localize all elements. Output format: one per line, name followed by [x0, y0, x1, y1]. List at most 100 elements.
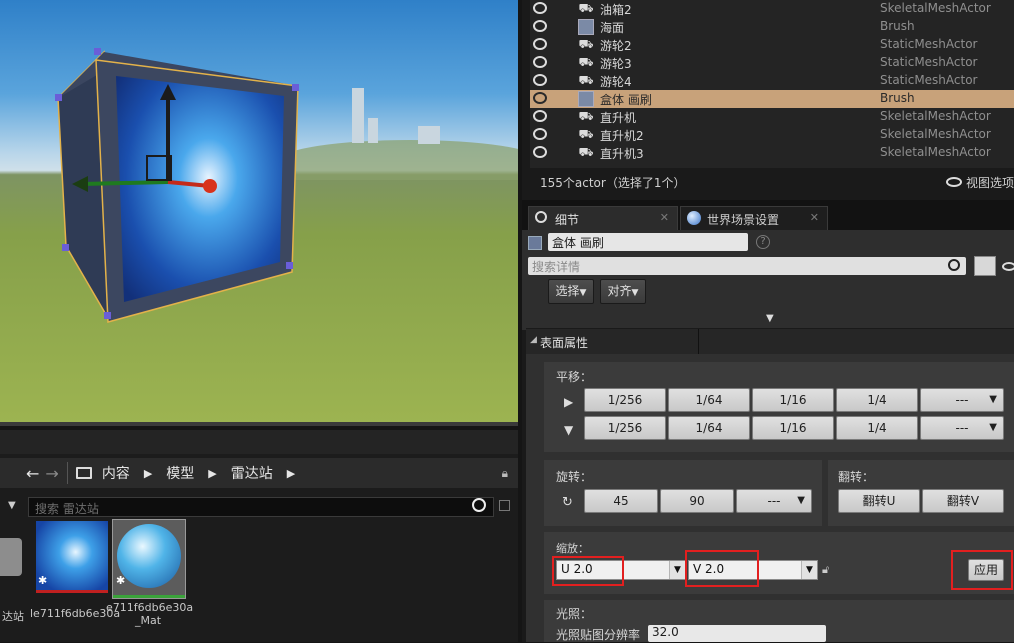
- pan-custom-dropdown[interactable]: --- ▼: [920, 416, 1004, 440]
- pan-step-button[interactable]: 1/16: [752, 388, 834, 412]
- flip-u-button[interactable]: 翻转U: [838, 489, 920, 513]
- outliner-row-type: StaticMeshActor: [880, 55, 978, 69]
- rotate-custom-value: ---: [767, 494, 781, 508]
- separator: [66, 462, 68, 484]
- visibility-eye-icon[interactable]: [533, 146, 547, 158]
- partial-asset-label: 达站: [2, 610, 24, 623]
- outliner-row-type: SkeletalMeshActor: [880, 145, 991, 159]
- play-down-icon[interactable]: ▼: [564, 423, 573, 437]
- outliner-row-name: 游轮4: [600, 75, 632, 89]
- actor-name-field[interactable]: 盒体 画刷: [548, 233, 748, 251]
- material-asset-thumb[interactable]: [112, 519, 186, 599]
- lock-icon[interactable]: 🔒︎: [502, 466, 508, 481]
- tab-world-settings[interactable]: 世界场景设置 ✕: [680, 206, 828, 230]
- visibility-eye-icon[interactable]: [533, 74, 547, 86]
- flip-label: 翻转：: [838, 470, 875, 484]
- breadcrumb-chevron-icon[interactable]: ▶: [287, 467, 295, 480]
- partial-asset-thumb[interactable]: [0, 538, 22, 576]
- details-search-input[interactable]: 搜索详情: [528, 257, 966, 275]
- forward-arrow-icon[interactable]: →: [45, 464, 58, 483]
- dropdown-arrow-icon[interactable]: ▼: [669, 561, 685, 579]
- material-sphere: [117, 524, 181, 588]
- outliner-row-type: StaticMeshActor: [880, 73, 978, 87]
- outliner-row[interactable]: ⛟ 直升机 SkeletalMeshActor: [530, 108, 1014, 126]
- breadcrumb-chevron-icon[interactable]: ▶: [144, 467, 152, 480]
- visibility-eye-icon[interactable]: [533, 2, 547, 14]
- pan-custom-dropdown[interactable]: --- ▼: [920, 388, 1004, 412]
- visibility-eye-icon[interactable]: [533, 92, 547, 104]
- outliner-status: 155个actor（选择了1个）: [540, 176, 686, 190]
- pan-step-button[interactable]: 1/256: [584, 416, 666, 440]
- level-viewport[interactable]: [0, 0, 518, 426]
- highlight-scale-u: [552, 556, 624, 586]
- pan-step-button[interactable]: 1/256: [584, 388, 666, 412]
- expand-arrow-icon[interactable]: ▼: [766, 313, 774, 324]
- outliner-row[interactable]: ⛟ 直升机2 SkeletalMeshActor: [530, 126, 1014, 144]
- pan-step-value: 1/16: [779, 421, 807, 435]
- outliner-row-type: Brush: [880, 91, 915, 105]
- section-header[interactable]: ◢ 表面属性: [526, 328, 1014, 355]
- asset-badge-icon: ✱: [116, 574, 126, 587]
- save-icon[interactable]: [499, 500, 510, 511]
- skeletal-icon: ⛟: [578, 127, 594, 141]
- static-mesh-icon: ⛟: [578, 55, 594, 69]
- visibility-eye-icon[interactable]: [533, 128, 547, 140]
- outliner-row[interactable]: 海面 Brush: [530, 18, 1014, 36]
- outliner-row[interactable]: 盒体 画刷 Brush: [530, 90, 1014, 108]
- outliner-row[interactable]: ⛟ 游轮2 StaticMeshActor: [530, 36, 1014, 54]
- rotate-icon[interactable]: ↻: [562, 495, 573, 510]
- rotate-custom-dropdown[interactable]: --- ▼: [736, 489, 812, 513]
- help-icon[interactable]: ?: [756, 235, 770, 249]
- rotate-45-button[interactable]: 45: [584, 489, 658, 513]
- close-icon[interactable]: ✕: [810, 211, 819, 224]
- pan-step-button[interactable]: 1/4: [836, 416, 918, 440]
- back-arrow-icon[interactable]: ←: [26, 464, 39, 483]
- pan-step-button[interactable]: 1/16: [752, 416, 834, 440]
- outliner-row[interactable]: ⛟ 直升机3 SkeletalMeshActor: [530, 144, 1014, 162]
- breadcrumb-chevron-icon[interactable]: ▶: [208, 467, 216, 480]
- visibility-eye-icon[interactable]: [533, 56, 547, 68]
- property-matrix-icon[interactable]: [974, 256, 996, 276]
- outliner-row-name: 直升机: [600, 111, 637, 125]
- visibility-eye-icon[interactable]: [533, 110, 547, 122]
- breadcrumb-models[interactable]: 模型: [166, 463, 194, 483]
- pan-step-value: ---: [955, 393, 969, 407]
- pan-step-value: 1/256: [607, 421, 643, 435]
- visibility-eye-icon[interactable]: [533, 20, 547, 32]
- breadcrumb-radar[interactable]: 雷达站: [231, 463, 273, 483]
- outliner-row[interactable]: ⛟ 游轮3 StaticMeshActor: [530, 54, 1014, 72]
- visibility-eye-icon[interactable]: [1002, 262, 1014, 271]
- rotate-90-button[interactable]: 90: [660, 489, 734, 513]
- dropdown-arrow-icon[interactable]: ▼: [801, 561, 817, 579]
- breadcrumb-content[interactable]: 内容: [102, 463, 130, 483]
- lightmap-resolution-input[interactable]: 32.0: [648, 625, 826, 642]
- pan-step-button[interactable]: 1/64: [668, 416, 750, 440]
- outliner-row-type: SkeletalMeshActor: [880, 109, 991, 123]
- tab-world-settings-label: 世界场景设置: [707, 213, 780, 227]
- flip-v-button[interactable]: 翻转V: [922, 489, 1004, 513]
- align-dropdown[interactable]: 对齐▼: [600, 279, 646, 304]
- unlock-icon[interactable]: 🔓︎: [822, 563, 829, 577]
- outliner-row[interactable]: ⛟ 游轮4 StaticMeshActor: [530, 72, 1014, 90]
- view-options-eye-icon[interactable]: [946, 177, 962, 187]
- gizmo-y-axis: [81, 180, 169, 186]
- select-dropdown[interactable]: 选择▼: [548, 279, 594, 304]
- pan-step-button[interactable]: 1/64: [668, 388, 750, 412]
- search-icon[interactable]: [472, 498, 486, 512]
- dropdown-arrow-icon: ▼: [989, 422, 997, 433]
- filter-chevron-icon[interactable]: ▼: [8, 500, 16, 511]
- lightmap-resolution-label: 光照贴图分辨率: [556, 628, 641, 642]
- outliner-row-name: 直升机2: [600, 129, 644, 143]
- texture-asset-label: le711f6db6e30a: [30, 607, 121, 620]
- search-icon[interactable]: [948, 259, 960, 271]
- asset-search-input[interactable]: 搜索 雷达站: [28, 497, 494, 517]
- pan-step-button[interactable]: 1/4: [836, 388, 918, 412]
- close-icon[interactable]: ✕: [660, 211, 669, 224]
- view-options-button[interactable]: 视图选项: [966, 174, 1014, 191]
- visibility-eye-icon[interactable]: [533, 38, 547, 50]
- tab-details[interactable]: 细节 ✕: [528, 206, 678, 230]
- outliner-row-name: 盒体 画刷: [600, 93, 652, 107]
- outliner-row[interactable]: ⛟ 油箱2 SkeletalMeshActor: [530, 0, 1014, 18]
- outliner-row-name: 油箱2: [600, 3, 632, 17]
- play-right-icon[interactable]: ▶: [564, 395, 573, 409]
